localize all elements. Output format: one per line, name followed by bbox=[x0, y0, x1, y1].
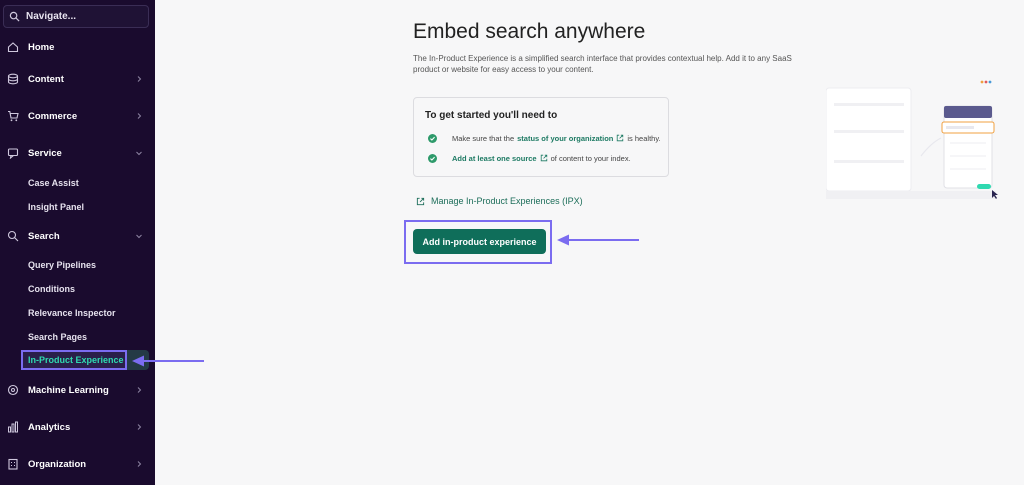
search-icon bbox=[9, 11, 20, 22]
sidebar-item-search[interactable]: Search bbox=[0, 226, 155, 246]
sidebar-item-label: Organization bbox=[28, 458, 87, 470]
sidebar-item-analytics[interactable]: Analytics bbox=[0, 417, 155, 437]
subitem-label: Case Assist bbox=[28, 178, 79, 188]
sidebar-item-label: Home bbox=[28, 41, 55, 53]
subitem-label: Query Pipelines bbox=[28, 260, 97, 270]
annotation-arrow-button bbox=[557, 234, 639, 246]
sidebar-item-content[interactable]: Content bbox=[0, 69, 155, 89]
check-circle-icon bbox=[428, 133, 437, 143]
brain-icon bbox=[7, 384, 19, 396]
sidebar-item-label: Commerce bbox=[28, 110, 78, 122]
chevron-right-icon bbox=[137, 424, 142, 430]
requirement-add-source: Add at least one source of content to yo… bbox=[428, 152, 631, 164]
page-title: Embed search anywhere bbox=[413, 20, 646, 43]
org-status-link[interactable]: status of your organization bbox=[517, 134, 613, 143]
subitem-label: Relevance Inspector bbox=[28, 308, 116, 318]
database-icon bbox=[7, 73, 19, 85]
requirement-text: of content to your index. bbox=[550, 153, 631, 163]
sidebar-item-home[interactable]: Home bbox=[0, 37, 155, 57]
sidebar: Navigate... Home Content Commerce Servic… bbox=[0, 0, 155, 485]
sidebar-item-organization[interactable]: Organization bbox=[0, 454, 155, 474]
sidebar-item-label: Content bbox=[28, 73, 64, 85]
add-in-product-experience-button[interactable]: Add in-product experience bbox=[413, 229, 546, 254]
annotation-arrow-sidebar bbox=[132, 355, 204, 367]
sidebar-subitem-conditions[interactable]: Conditions bbox=[28, 281, 75, 297]
subitem-label: Insight Panel bbox=[28, 202, 85, 212]
chevron-down-icon bbox=[136, 234, 142, 239]
sidebar-item-service[interactable]: Service bbox=[0, 143, 155, 163]
sidebar-item-label: Analytics bbox=[28, 421, 71, 433]
external-link-icon bbox=[416, 197, 425, 205]
requirements-title: To get started you'll need to bbox=[425, 110, 558, 121]
requirements-card: To get started you'll need to Make sure … bbox=[413, 97, 669, 177]
page-description: The In-Product Experience is a simplifie… bbox=[413, 54, 792, 74]
sidebar-subitem-case-assist[interactable]: Case Assist bbox=[28, 175, 79, 191]
sidebar-item-label: Search bbox=[28, 230, 60, 242]
requirement-text: is healthy. bbox=[627, 133, 661, 143]
sidebar-item-label: Service bbox=[28, 147, 62, 159]
sidebar-item-machine-learning[interactable]: Machine Learning bbox=[0, 380, 155, 400]
building-icon bbox=[8, 458, 18, 470]
subitem-label: In-Product Experience bbox=[28, 355, 124, 365]
sidebar-subitem-in-product-experience[interactable]: In-Product Experience bbox=[21, 350, 127, 370]
requirement-org-status: Make sure that the status of your organi… bbox=[428, 132, 661, 144]
external-link-icon bbox=[540, 154, 547, 162]
navigate-placeholder: Navigate... bbox=[26, 11, 77, 22]
check-circle-icon bbox=[428, 153, 437, 163]
service-icon bbox=[7, 148, 19, 159]
requirement-text: Make sure that the bbox=[452, 133, 515, 143]
sidebar-subitem-insight-panel[interactable]: Insight Panel bbox=[28, 199, 84, 215]
sidebar-item-commerce[interactable]: Commerce bbox=[0, 106, 155, 126]
chevron-right-icon bbox=[137, 387, 142, 393]
navigate-search-input[interactable]: Navigate... bbox=[3, 5, 149, 28]
ipx-illustration bbox=[826, 80, 998, 199]
external-link-icon bbox=[617, 134, 624, 142]
sidebar-subitem-query-pipelines[interactable]: Query Pipelines bbox=[28, 257, 96, 273]
subitem-label: Conditions bbox=[28, 284, 75, 294]
add-source-link[interactable]: Add at least one source bbox=[452, 154, 537, 163]
sidebar-item-label: Machine Learning bbox=[28, 384, 109, 396]
chevron-right-icon bbox=[137, 461, 142, 467]
manage-ipx-label: Manage In-Product Experiences (IPX) bbox=[431, 196, 583, 206]
subitem-label: Search Pages bbox=[28, 332, 88, 342]
chevron-right-icon bbox=[137, 113, 142, 119]
chevron-down-icon bbox=[136, 151, 142, 156]
search-icon bbox=[7, 230, 19, 242]
cart-icon bbox=[8, 110, 19, 122]
chevron-right-icon bbox=[137, 76, 142, 82]
home-icon bbox=[7, 42, 19, 53]
chart-icon bbox=[8, 421, 18, 433]
manage-ipx-link[interactable]: Manage In-Product Experiences (IPX) bbox=[416, 196, 583, 206]
sidebar-subitem-relevance-inspector[interactable]: Relevance Inspector bbox=[28, 305, 116, 321]
sidebar-subitem-search-pages[interactable]: Search Pages bbox=[28, 329, 87, 345]
